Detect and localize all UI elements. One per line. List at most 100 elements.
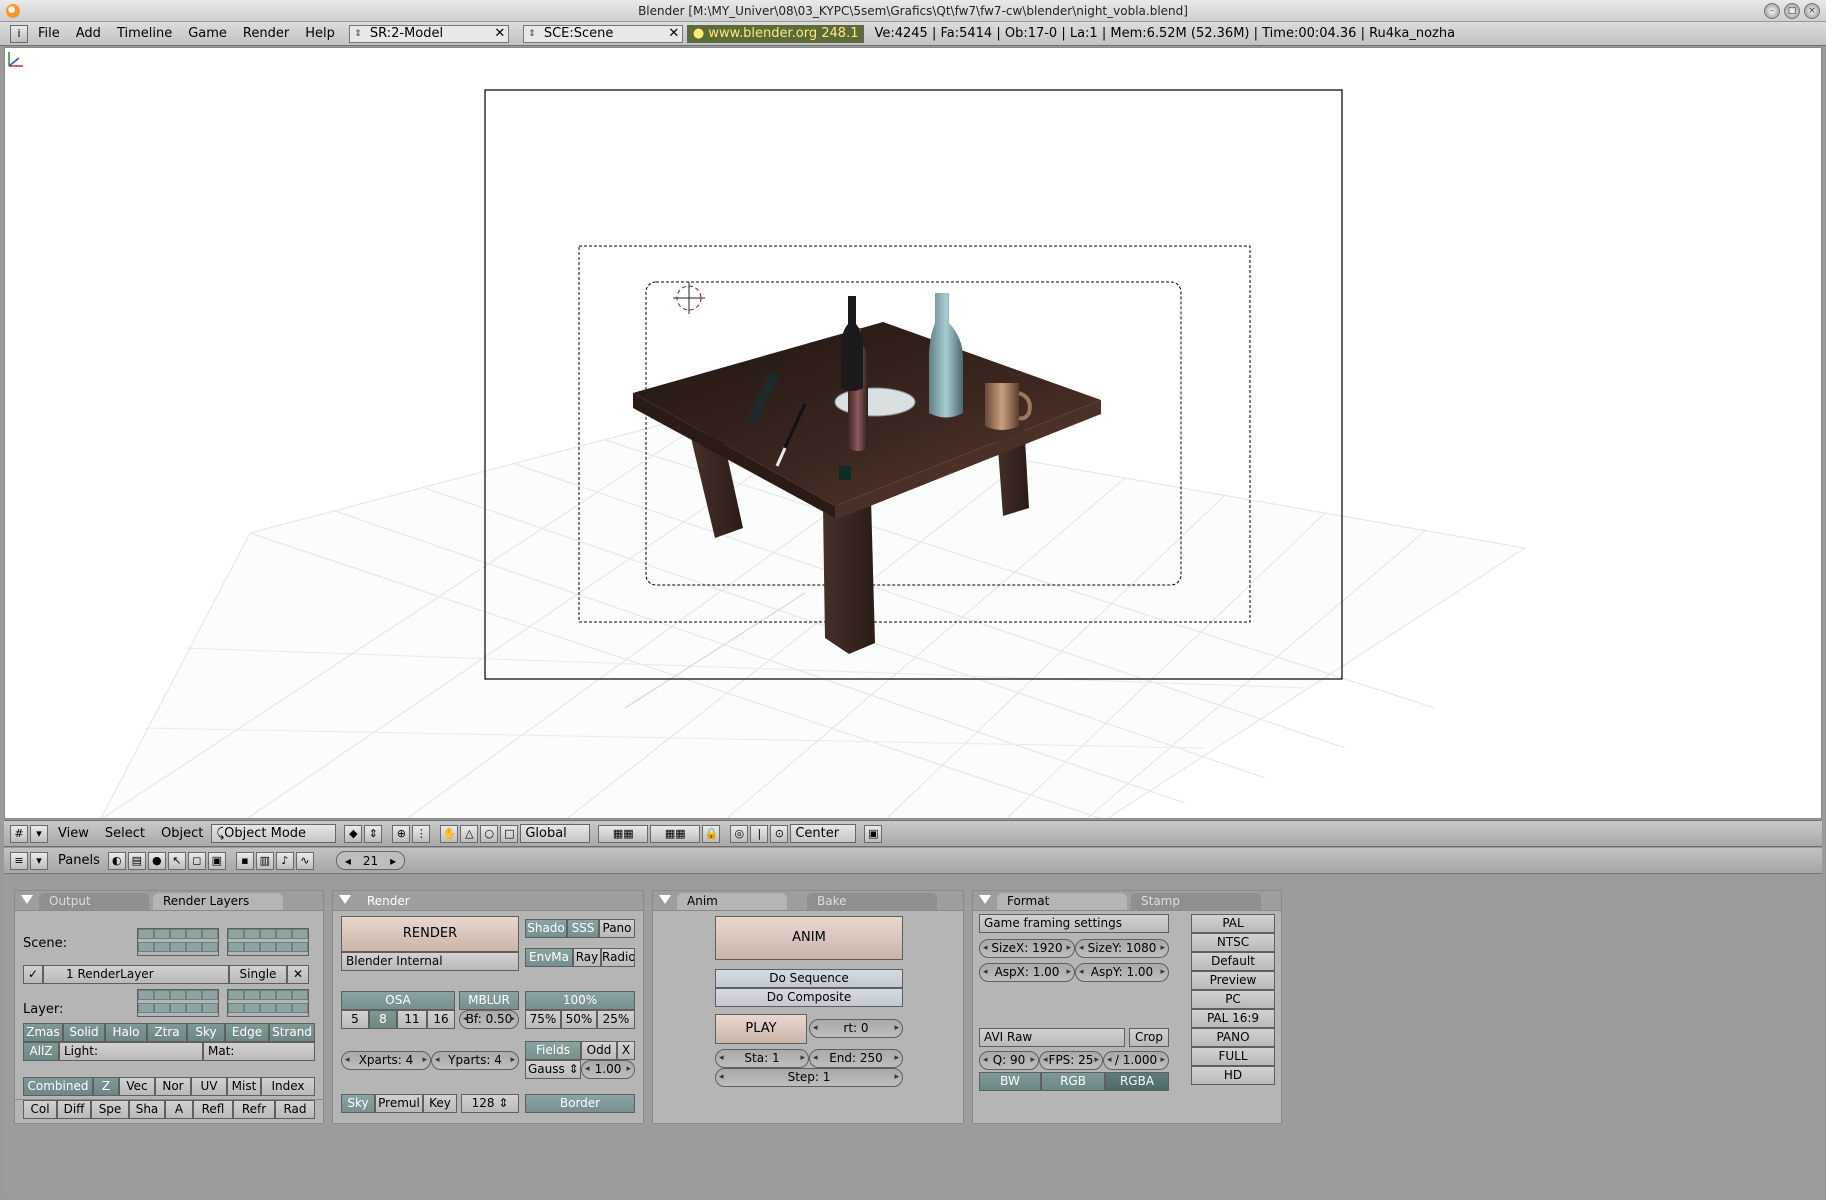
do-composite-button[interactable]: Do Composite <box>715 988 903 1007</box>
crop-toggle[interactable]: Crop <box>1129 1028 1169 1047</box>
info-window-type-icon[interactable]: i <box>10 24 28 43</box>
pass-mist[interactable]: Mist <box>227 1077 261 1096</box>
pct-25[interactable]: 25% <box>597 1010 635 1029</box>
close-icon[interactable]: × <box>1804 3 1820 19</box>
fields-x-toggle[interactable]: X <box>617 1041 635 1060</box>
aspx-field[interactable]: AspX: 1.00 <box>979 963 1075 982</box>
tab-render-layers[interactable]: Render Layers <box>153 893 283 910</box>
menu-help[interactable]: Help <box>297 26 343 41</box>
menu-game[interactable]: Game <box>180 26 235 41</box>
menu-render[interactable]: Render <box>235 26 297 41</box>
collapse-triangle-icon[interactable] <box>339 895 351 904</box>
osa-5[interactable]: 5 <box>341 1010 369 1029</box>
sizey-field[interactable]: SizeY: 1080 <box>1075 939 1169 958</box>
rt-field[interactable]: rt: 0 <box>809 1019 903 1038</box>
panels-menu[interactable]: Panels <box>50 853 108 868</box>
rgba-toggle[interactable]: RGBA <box>1105 1072 1169 1091</box>
screen-selector[interactable]: ⇕ SR:2-Model ✕ <box>348 24 509 43</box>
pass-nor[interactable]: Nor <box>155 1077 191 1096</box>
logic-icon[interactable]: ◐ <box>107 851 126 870</box>
pass-col[interactable]: Col <box>23 1100 57 1119</box>
layers-grid2-icon[interactable]: ▦▦ <box>650 824 701 843</box>
pass-diff[interactable]: Diff <box>57 1100 91 1119</box>
fps-base-field[interactable]: / 1.000 <box>1103 1051 1169 1070</box>
tab-bake[interactable]: Bake <box>807 893 937 910</box>
pass-edge[interactable]: Edge <box>225 1023 269 1042</box>
scene-layers-grid-1[interactable] <box>137 928 219 956</box>
object-icon[interactable]: ↖ <box>167 851 186 870</box>
pivot-selector[interactable]: Center <box>790 824 857 843</box>
tab-format[interactable]: Format <box>997 893 1127 910</box>
osa-toggle[interactable]: OSA <box>341 991 455 1010</box>
menu-object[interactable]: Object <box>153 826 211 841</box>
osa-11[interactable]: 11 <box>397 1010 427 1029</box>
tab-stamp[interactable]: Stamp <box>1131 893 1261 910</box>
preset-pal[interactable]: PAL <box>1191 914 1275 933</box>
osa-8[interactable]: 8 <box>369 1010 397 1029</box>
menu-timeline[interactable]: Timeline <box>109 26 180 41</box>
quality-field[interactable]: Q: 90 <box>979 1051 1039 1070</box>
blender-website-link[interactable]: ● www.blender.org 248.1 <box>686 24 865 43</box>
blur-factor-field[interactable]: Bf: 0.50 <box>459 1010 519 1029</box>
editing-icon[interactable]: ◻ <box>187 851 206 870</box>
start-frame-field[interactable]: Sta: 1 <box>715 1049 809 1068</box>
rotate-icon[interactable]: ○ <box>480 824 499 843</box>
maximize-icon[interactable]: □ <box>1784 3 1800 19</box>
pass-index[interactable]: Index <box>261 1077 315 1096</box>
collapse-triangle-icon[interactable] <box>979 895 991 904</box>
pass-strand[interactable]: Strand <box>269 1023 315 1042</box>
pass-sky[interactable]: Sky <box>187 1023 225 1042</box>
single-button[interactable]: Single <box>229 965 287 984</box>
codec-selector[interactable]: AVI Raw <box>979 1028 1125 1047</box>
shadow-toggle[interactable]: Shado <box>525 919 567 938</box>
scene-layers-grid-2[interactable] <box>227 928 309 956</box>
world-icon[interactable]: ∿ <box>295 851 314 870</box>
odd-toggle[interactable]: Odd <box>581 1041 617 1060</box>
lock-icon[interactable]: 🔒 <box>702 824 721 843</box>
snap-element-icon[interactable]: | <box>750 824 769 843</box>
menu-add[interactable]: Add <box>68 26 109 41</box>
pass-refr[interactable]: Refr <box>233 1100 275 1119</box>
end-frame-field[interactable]: End: 250 <box>809 1049 903 1068</box>
fps-field[interactable]: FPS: 25 <box>1039 1051 1103 1070</box>
pivot-center-icon[interactable]: ⊙ <box>770 824 789 843</box>
layers-grid-icon[interactable]: ▦▦ <box>598 824 649 843</box>
render-button[interactable]: RENDER <box>341 916 519 952</box>
layers-grid-1[interactable] <box>137 989 219 1017</box>
editor-type-icon[interactable]: # <box>10 824 28 843</box>
draw-type-dropdown-icon[interactable]: ⇕ <box>364 824 383 843</box>
renderlayer-enable-toggle[interactable]: ✓ <box>23 965 43 984</box>
scene-selector[interactable]: ⇕ SCE:Scene ✕ <box>522 24 683 43</box>
preset-pc[interactable]: PC <box>1191 990 1275 1009</box>
game-framing-button[interactable]: Game framing settings <box>979 914 1169 933</box>
editor-type-icon[interactable]: ≡ <box>10 851 28 870</box>
sizex-field[interactable]: SizeX: 1920 <box>979 939 1075 958</box>
pct-50[interactable]: 50% <box>561 1010 597 1029</box>
filter-size-field[interactable]: 1.00 <box>581 1060 635 1079</box>
pass-spe[interactable]: Spe <box>91 1100 129 1119</box>
menu-file[interactable]: File <box>30 26 68 41</box>
pass-refl[interactable]: Refl <box>193 1100 233 1119</box>
pivot-icon[interactable]: ⊕ <box>392 824 411 843</box>
delete-scene-icon[interactable]: ✕ <box>666 26 682 42</box>
pass-rad[interactable]: Rad <box>275 1100 315 1119</box>
pass-uv[interactable]: UV <box>191 1077 227 1096</box>
delete-screen-icon[interactable]: ✕ <box>492 26 508 42</box>
render-icon[interactable]: ▪ <box>235 851 254 870</box>
draw-type-icon[interactable]: ◆ <box>344 824 363 843</box>
pass-z[interactable]: Z <box>93 1077 119 1096</box>
pass-halo[interactable]: Halo <box>105 1023 147 1042</box>
light-field[interactable]: Light: <box>59 1042 203 1061</box>
envmap-toggle[interactable]: EnvMa <box>525 948 573 967</box>
filter-selector[interactable]: Gauss ⇕ <box>525 1060 581 1079</box>
delete-renderlayer-icon[interactable]: ✕ <box>287 965 309 984</box>
pass-vec[interactable]: Vec <box>119 1077 155 1096</box>
3d-viewport[interactable] <box>4 47 1822 819</box>
preset-default[interactable]: Default <box>1191 952 1275 971</box>
script-icon[interactable]: ▤ <box>127 851 146 870</box>
aspy-field[interactable]: AspY: 1.00 <box>1075 963 1169 982</box>
osa-16[interactable]: 16 <box>427 1010 455 1029</box>
menu-select[interactable]: Select <box>97 826 153 841</box>
sky-toggle[interactable]: Sky <box>341 1094 375 1113</box>
pano-toggle[interactable]: Pano <box>599 919 635 938</box>
